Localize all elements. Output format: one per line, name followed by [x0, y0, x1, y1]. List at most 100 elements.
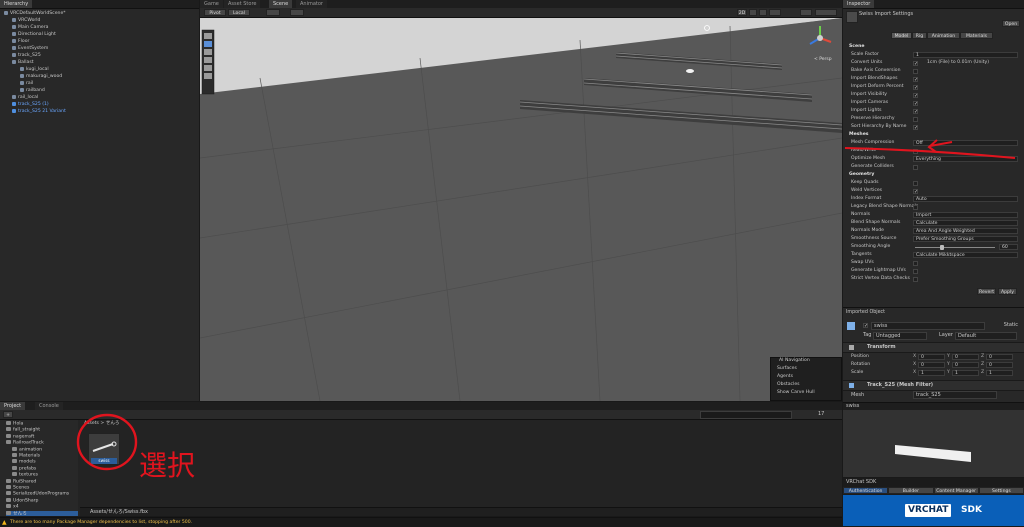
gizmos-toggle[interactable] — [800, 9, 812, 16]
import-deform-percent-checkbox[interactable]: ✓ — [913, 84, 918, 90]
ai-navigation-item[interactable]: Show Carve Hull — [777, 389, 815, 396]
read-write-checkbox[interactable] — [913, 148, 918, 154]
hierarchy-item[interactable]: track_S25 — [12, 52, 41, 59]
tab-animation[interactable]: Animation — [927, 32, 960, 39]
object-name[interactable]: swiss — [871, 322, 985, 330]
rotate-tool-icon[interactable] — [204, 49, 212, 55]
position-y-field[interactable]: 0 — [952, 354, 979, 360]
tangents-field[interactable]: Calculate Mikktspace — [913, 252, 1018, 258]
preview-area[interactable] — [843, 410, 1024, 477]
scale-tool-icon[interactable] — [204, 57, 212, 63]
hierarchy-item[interactable]: track_S25 (1) — [12, 101, 49, 108]
add-asset-button[interactable]: + — [3, 411, 13, 418]
scale-x-field[interactable]: 1 — [918, 370, 945, 376]
tab-asset-store[interactable]: Asset Store — [224, 0, 261, 8]
audio-toggle[interactable] — [759, 9, 767, 16]
project-folder[interactable]: RailroadTrack — [6, 440, 44, 446]
import-cameras-checkbox[interactable]: ✓ — [913, 100, 918, 106]
project-folder[interactable]: Scenes — [6, 485, 29, 491]
project-folder[interactable]: RuiShared — [6, 478, 36, 485]
bake-axis-conversion-checkbox[interactable] — [913, 68, 918, 74]
tab-console[interactable]: Console — [35, 402, 63, 410]
revert-button[interactable]: Revert — [977, 288, 996, 295]
weld-vertices-checkbox[interactable]: ✓ — [913, 188, 918, 194]
hierarchy-item[interactable]: VRCDefaultWorldScene* — [4, 10, 66, 17]
tab-model[interactable]: Model — [891, 32, 912, 39]
hierarchy-item[interactable]: rail — [20, 80, 33, 87]
tab-rig[interactable]: Rig — [912, 32, 927, 39]
normals-mode-field[interactable]: Area And Angle Weighted — [913, 228, 1018, 234]
sort-hierarchy-by-name-checkbox[interactable]: ✓ — [913, 124, 918, 130]
hierarchy-item[interactable]: makuragi_wood — [20, 73, 62, 80]
vrchat-tab-content-manager[interactable]: Content Manager — [933, 487, 979, 494]
position-z-field[interactable]: 0 — [986, 354, 1013, 360]
vrchat-tab-builder[interactable]: Builder — [888, 487, 934, 494]
static-label[interactable]: Static — [1004, 322, 1018, 328]
snap-dropdown[interactable] — [266, 9, 280, 16]
breadcrumb-assets[interactable]: Assets — [84, 421, 99, 426]
mesh-field[interactable]: track_S25 — [913, 391, 997, 399]
slider-knob[interactable] — [939, 244, 944, 250]
hierarchy-item[interactable]: Floor — [12, 38, 29, 45]
mesh-compression-field[interactable]: Off — [913, 140, 1018, 146]
project-folder[interactable]: animation — [12, 446, 42, 453]
hierarchy-item[interactable]: Main Camera — [12, 24, 48, 31]
hierarchy-item[interactable]: Directional Light — [12, 31, 56, 38]
ai-navigation-item[interactable]: Obstacles — [777, 381, 800, 388]
index-format-field[interactable]: Auto — [913, 196, 1018, 202]
mesh-filter-header[interactable]: Track_S25 (Mesh Filter) — [843, 380, 1024, 391]
rotation-y-field[interactable]: 0 — [952, 362, 979, 368]
blend-shape-normals-field[interactable]: Calculate — [913, 220, 1018, 226]
project-folder[interactable]: SerializedUdonPrograms — [6, 491, 69, 497]
hierarchy-item[interactable]: railband — [20, 87, 45, 94]
hierarchy-item[interactable]: Ballast — [12, 59, 34, 66]
generate-lightmap-uvs-checkbox[interactable] — [913, 268, 918, 274]
rotation-z-field[interactable]: 0 — [986, 362, 1013, 368]
project-folder[interactable]: せんろ — [6, 510, 78, 516]
scale-z-field[interactable]: 1 — [986, 370, 1013, 376]
project-folder[interactable]: x4 — [6, 504, 19, 510]
tag-dropdown[interactable]: Untagged — [873, 332, 927, 340]
view-tool-icon[interactable] — [204, 33, 212, 39]
search-scene[interactable] — [815, 9, 837, 16]
preserve-hierarchy-checkbox[interactable] — [913, 116, 918, 122]
hierarchy-item[interactable]: track_S25 21 Variant — [12, 108, 66, 115]
position-x-field[interactable]: 0 — [918, 354, 945, 360]
tab-project[interactable]: Project — [0, 402, 26, 410]
import-lights-checkbox[interactable]: ✓ — [913, 108, 918, 114]
project-folder[interactable]: prefabs — [12, 465, 36, 472]
project-folder[interactable]: Hola — [6, 421, 23, 427]
vrchat-tab-authentication[interactable]: Authentication — [843, 487, 889, 494]
vrchat-tab-settings[interactable]: Settings — [978, 487, 1024, 494]
scale-factor-field[interactable]: 1 — [913, 52, 1018, 58]
swap-uvs-checkbox[interactable] — [913, 260, 918, 266]
ai-navigation-item[interactable]: Agents — [777, 373, 793, 380]
smoothness-source-field[interactable]: Prefer Smoothing Groups — [913, 236, 1018, 242]
tab-hierarchy[interactable]: Hierarchy — [0, 0, 33, 8]
toggle-2d-button[interactable]: 2D — [737, 9, 747, 16]
lighting-toggle[interactable] — [749, 9, 757, 16]
hierarchy-item[interactable]: VRCWorld — [12, 17, 40, 24]
asset-thumbnail[interactable]: swiss — [88, 433, 120, 465]
tab-materials[interactable]: Materials — [960, 32, 993, 39]
project-folder[interactable]: fall_straight — [6, 427, 40, 433]
project-folder[interactable]: models — [12, 459, 36, 465]
scene-viewport[interactable]: < Persp — [200, 18, 842, 401]
smoothing-angle-value[interactable]: 60 — [999, 244, 1018, 250]
pivot-dropdown[interactable]: Pivot — [204, 9, 226, 16]
project-folder[interactable]: Materials — [12, 453, 40, 459]
optimize-mesh-field[interactable]: Everything — [913, 156, 1018, 162]
tab-inspector[interactable]: Inspector — [843, 0, 875, 8]
project-folder[interactable]: nagerraft — [6, 433, 34, 440]
transform-tool-icon[interactable] — [204, 73, 212, 79]
ai-navigation-item[interactable]: Surfaces — [777, 365, 797, 372]
rect-tool-icon[interactable] — [204, 65, 212, 71]
tab-animator[interactable]: Animator — [296, 0, 327, 8]
move-tool-icon[interactable] — [204, 41, 212, 47]
project-folder[interactable]: textures — [12, 472, 38, 478]
tab-game[interactable]: Game — [200, 0, 223, 8]
persp-label[interactable]: < Persp — [814, 56, 832, 62]
keep-quads-checkbox[interactable] — [913, 180, 918, 186]
convert-units-checkbox[interactable]: ✓ — [913, 60, 918, 66]
legacy-blend-shape-normals-checkbox[interactable] — [913, 204, 918, 210]
